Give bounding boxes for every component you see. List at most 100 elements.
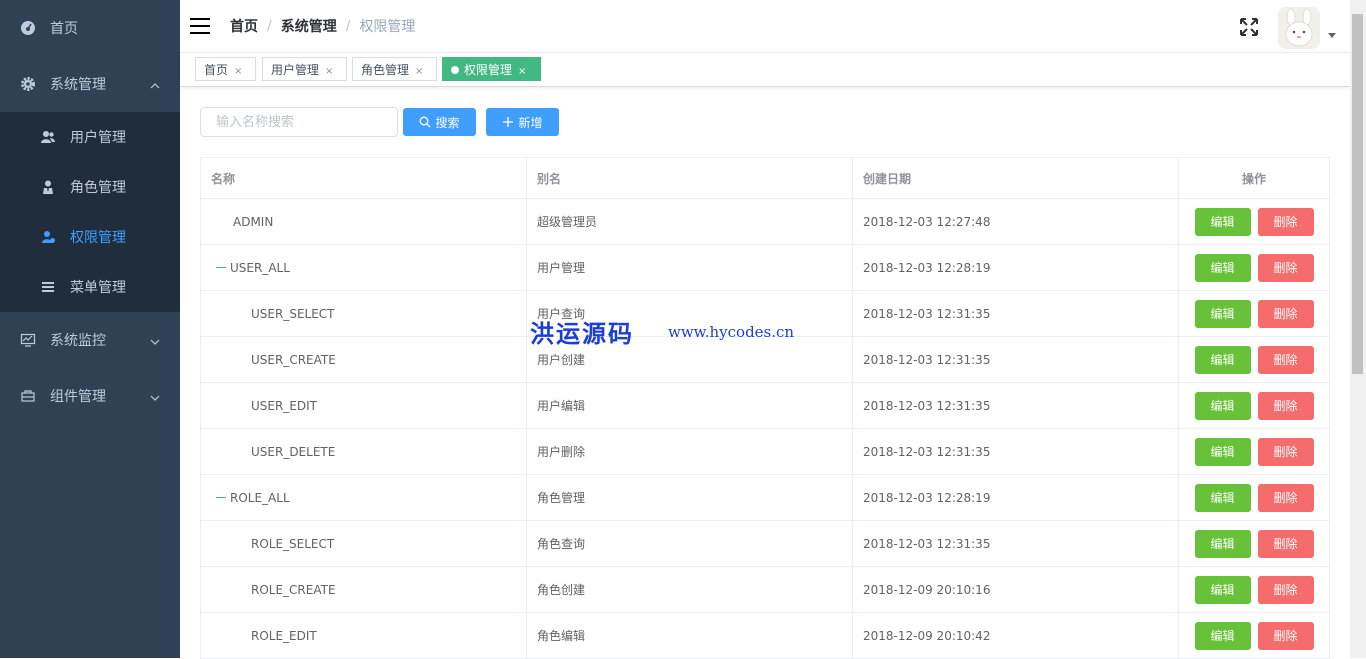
edit-button[interactable]: 编辑	[1194, 437, 1251, 466]
table-row: USER_EDIT 用户编辑 2018-12-03 12:31:35 编辑 删除	[201, 383, 1330, 429]
sidebar-item-home[interactable]: 首页	[0, 0, 180, 56]
delete-button[interactable]: 删除	[1257, 529, 1314, 558]
table-row: USER_ALL 用户管理 2018-12-03 12:28:19 编辑 删除	[201, 245, 1330, 291]
scrollbar-thumb[interactable]	[1352, 14, 1363, 374]
sidebar-item-permissions[interactable]: 权限管理	[0, 212, 180, 262]
permission-name: USER_DELETE	[251, 444, 336, 459]
breadcrumb-item[interactable]: 首页	[230, 16, 258, 36]
cell-name: USER_EDIT	[201, 383, 527, 428]
edit-button[interactable]: 编辑	[1194, 253, 1251, 282]
edit-button[interactable]: 编辑	[1194, 483, 1251, 512]
cell-alias: 用户编辑	[527, 383, 853, 428]
column-header-name: 名称	[201, 158, 527, 198]
add-button-label: 新增	[518, 115, 543, 130]
delete-button[interactable]: 删除	[1257, 391, 1314, 420]
breadcrumb-item[interactable]: 系统管理	[281, 16, 337, 36]
collapse-icon[interactable]	[216, 497, 226, 498]
permission-name: ADMIN	[233, 214, 274, 229]
cell-name: USER_CREATE	[201, 337, 527, 382]
permission-name: ROLE_EDIT	[251, 628, 317, 643]
cell-actions: 编辑 删除	[1179, 613, 1330, 658]
permission-icon	[40, 229, 56, 245]
edit-button[interactable]: 编辑	[1194, 345, 1251, 374]
cell-alias: 用户查询	[527, 291, 853, 336]
edit-button[interactable]: 编辑	[1194, 207, 1251, 236]
sidebar-item-label: 用户管理	[70, 130, 126, 146]
add-button[interactable]: 新增	[486, 108, 559, 136]
close-icon[interactable]: ×	[415, 66, 423, 77]
cell-name: ROLE_CREATE	[201, 567, 527, 612]
close-icon[interactable]: ×	[234, 66, 242, 77]
chevron-down-icon	[150, 335, 160, 345]
edit-button[interactable]: 编辑	[1194, 529, 1251, 558]
column-header-alias: 别名	[527, 158, 853, 198]
cell-actions: 编辑 删除	[1179, 199, 1330, 244]
tag-label: 用户管理	[271, 63, 320, 77]
edit-button[interactable]: 编辑	[1194, 621, 1251, 650]
delete-button[interactable]: 删除	[1257, 299, 1314, 328]
user-icon	[40, 129, 56, 145]
column-header-actions: 操作	[1179, 158, 1330, 198]
sidebar: 首页 系统管理 用户管理 角色管理 权限管理 菜单管理 系统监控 组件管理	[0, 0, 180, 658]
delete-button[interactable]: 删除	[1257, 345, 1314, 374]
cell-alias: 用户创建	[527, 337, 853, 382]
caret-down-icon[interactable]	[1328, 33, 1336, 38]
tag-roles[interactable]: 角色管理 ×	[352, 57, 437, 81]
permission-name: ROLE_ALL	[230, 490, 290, 505]
delete-button[interactable]: 删除	[1257, 575, 1314, 604]
close-icon[interactable]: ×	[518, 66, 526, 77]
search-input[interactable]	[200, 107, 398, 137]
breadcrumb-current: 权限管理	[359, 19, 416, 35]
cell-actions: 编辑 删除	[1179, 291, 1330, 336]
tag-users[interactable]: 用户管理 ×	[262, 57, 347, 81]
sidebar-item-users[interactable]: 用户管理	[0, 112, 180, 162]
gear-icon	[20, 76, 36, 92]
toolbar: 搜索 新增	[200, 107, 559, 137]
tag-permissions[interactable]: 权限管理 ×	[442, 57, 541, 81]
edit-button[interactable]: 编辑	[1194, 575, 1251, 604]
sidebar-item-components[interactable]: 组件管理	[0, 368, 180, 424]
sidebar-item-label: 系统管理	[50, 77, 106, 93]
table-row: ADMIN 超级管理员 2018-12-03 12:27:48 编辑 删除	[201, 199, 1330, 245]
tag-label: 权限管理	[464, 63, 513, 77]
breadcrumb-separator: /	[345, 18, 351, 34]
delete-button[interactable]: 删除	[1257, 253, 1314, 282]
menu-icon	[40, 279, 56, 295]
cell-date: 2018-12-03 12:31:35	[853, 429, 1179, 474]
collapse-icon[interactable]	[216, 267, 226, 268]
sidebar-item-roles[interactable]: 角色管理	[0, 162, 180, 212]
permissions-table: 名称 别名 创建日期 操作 ADMIN 超级管理员 2018-12-03 12:27…	[200, 157, 1330, 659]
delete-button[interactable]: 删除	[1257, 621, 1314, 650]
delete-button[interactable]: 删除	[1257, 483, 1314, 512]
tag-home[interactable]: 首页 ×	[195, 57, 256, 81]
delete-button[interactable]: 删除	[1257, 437, 1314, 466]
edit-button[interactable]: 编辑	[1194, 299, 1251, 328]
sidebar-item-menus[interactable]: 菜单管理	[0, 262, 180, 312]
search-button-label: 搜索	[435, 115, 460, 130]
avatar[interactable]	[1278, 7, 1320, 49]
cell-alias: 超级管理员	[527, 199, 853, 244]
sidebar-item-monitor[interactable]: 系统监控	[0, 312, 180, 368]
scrollbar[interactable]	[1350, 0, 1366, 658]
permission-name: USER_ALL	[230, 260, 290, 275]
cell-actions: 编辑 删除	[1179, 429, 1330, 474]
chevron-down-icon	[150, 391, 160, 401]
cell-date: 2018-12-03 12:31:35	[853, 291, 1179, 336]
fullscreen-icon[interactable]	[1238, 16, 1260, 38]
close-icon[interactable]: ×	[325, 66, 333, 77]
cell-alias: 角色创建	[527, 567, 853, 612]
sidebar-item-system[interactable]: 系统管理	[0, 56, 180, 112]
permission-name: ROLE_SELECT	[251, 536, 335, 551]
cell-actions: 编辑 删除	[1179, 475, 1330, 520]
permission-name: USER_SELECT	[251, 306, 335, 321]
cell-name: USER_SELECT	[201, 291, 527, 336]
table-row: USER_CREATE 用户创建 2018-12-03 12:31:35 编辑 删除	[201, 337, 1330, 383]
delete-button[interactable]: 删除	[1257, 207, 1314, 236]
hamburger-icon[interactable]	[190, 17, 212, 35]
cell-name: ROLE_EDIT	[201, 613, 527, 658]
search-button[interactable]: 搜索	[403, 108, 476, 136]
edit-button[interactable]: 编辑	[1194, 391, 1251, 420]
cell-actions: 编辑 删除	[1179, 245, 1330, 290]
sidebar-item-label: 系统监控	[50, 333, 106, 349]
breadcrumb-separator: /	[267, 18, 272, 34]
